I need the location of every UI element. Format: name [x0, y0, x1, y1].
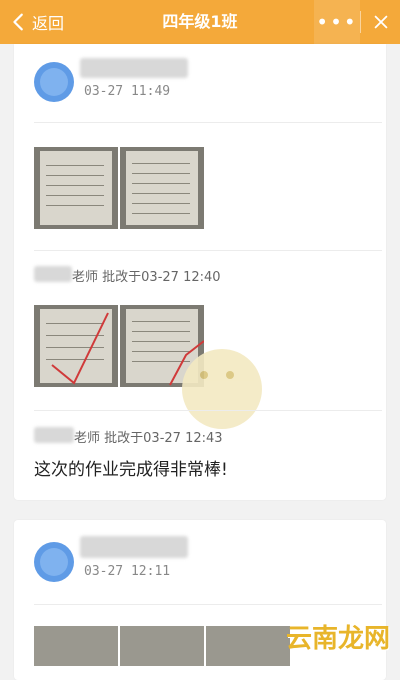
homework-photo[interactable] — [206, 626, 290, 666]
close-button[interactable] — [361, 0, 400, 44]
text-line — [132, 203, 190, 204]
text-line — [132, 183, 190, 184]
red-check-mark — [51, 312, 109, 385]
more-icon: ••• — [316, 10, 358, 34]
homework-photo[interactable] — [34, 147, 118, 229]
text-line — [46, 175, 104, 176]
homework-photo[interactable] — [120, 626, 204, 666]
text-line — [46, 185, 104, 186]
blurred-teacher-name — [34, 427, 74, 443]
text-line — [132, 173, 190, 174]
back-label: 返回 — [32, 14, 65, 33]
review-time: 批改于03-27 12:40 — [102, 270, 221, 285]
post-time: 03-27 11:49 — [84, 84, 171, 99]
review-time: 批改于03-27 12:43 — [104, 431, 223, 446]
mini-program-capsule: ••• — [314, 0, 400, 44]
avatar[interactable] — [34, 62, 74, 102]
text-line — [132, 213, 190, 214]
homework-post-card: 03-27 12:11 — [14, 520, 386, 680]
blurred-teacher-name — [34, 266, 72, 282]
divider — [34, 410, 382, 411]
site-watermark: 云南龙网 — [285, 624, 390, 654]
close-icon — [374, 15, 387, 29]
text-line — [46, 205, 104, 206]
homework-post-card: 03-27 11:49 老师 批改于03-27 12:40 老师 批改于03-2… — [14, 44, 386, 500]
homework-photo[interactable] — [34, 626, 118, 666]
avatar[interactable] — [34, 542, 74, 582]
teacher-title: 老师 — [72, 270, 99, 285]
post-time: 03-27 12:11 — [84, 564, 171, 579]
divider — [34, 122, 382, 123]
corrected-homework-photo[interactable] — [34, 305, 118, 387]
more-button[interactable]: ••• — [314, 0, 360, 44]
text-line — [46, 165, 104, 166]
cartoon-sticker — [182, 349, 262, 429]
blurred-student-name — [80, 536, 188, 558]
text-line — [132, 193, 190, 194]
back-button[interactable]: 返回 — [8, 0, 64, 44]
teacher-comment: 这次的作业完成得非常棒! — [34, 460, 228, 480]
paper-sheet — [40, 151, 112, 225]
blurred-student-name — [80, 58, 188, 78]
chevron-left-icon — [13, 13, 23, 31]
text-line — [132, 163, 190, 164]
review-info: 老师 批改于03-27 12:43 — [74, 427, 223, 446]
text-line — [46, 195, 104, 196]
teacher-title: 老师 — [74, 431, 101, 446]
navbar: 返回 四年级1班 ••• — [0, 0, 400, 44]
divider — [34, 604, 382, 605]
homework-photo[interactable] — [120, 147, 204, 229]
divider — [34, 250, 382, 251]
review-info: 老师 批改于03-27 12:40 — [72, 266, 221, 285]
